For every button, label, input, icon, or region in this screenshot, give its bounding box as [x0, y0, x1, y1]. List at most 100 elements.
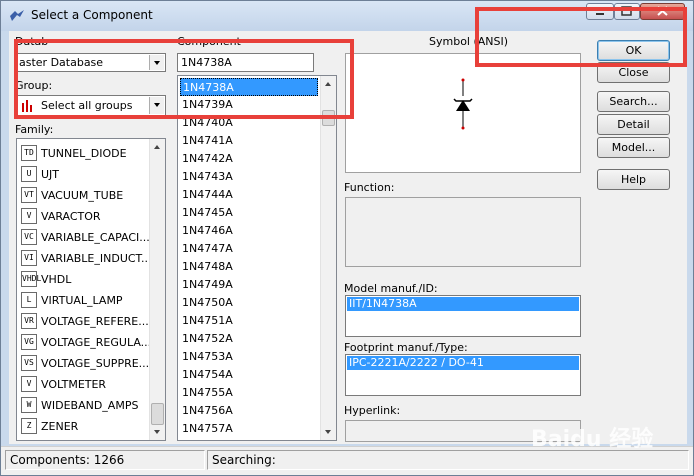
component-item[interactable]: 1N4746A — [180, 222, 318, 240]
family-item[interactable]: VR VOLTAGE_REFERE... — [19, 311, 149, 332]
family-item[interactable]: VS VOLTAGE_SUPPRE... — [19, 353, 149, 374]
scroll-down-icon[interactable] — [321, 424, 336, 440]
component-item-label: 1N4741A — [182, 134, 233, 147]
component-item-label: 1N4751A — [182, 314, 233, 327]
family-item-label: VOLTAGE_SUPPRE... — [41, 357, 150, 370]
family-item-label: VOLTAGE_REFERE... — [41, 315, 149, 328]
family-item-label: VARACTOR — [41, 210, 101, 223]
component-item[interactable]: 1N4751A — [180, 312, 318, 330]
component-scrollbar[interactable] — [320, 76, 336, 440]
highlight-box-ok — [475, 7, 687, 67]
family-item-label: UJT — [41, 168, 60, 181]
family-item[interactable]: VI VARIABLE_INDUCT... — [19, 248, 152, 269]
family-item-label: VARIABLE_CAPACI... — [41, 231, 150, 244]
component-item[interactable]: 1N4742A — [180, 150, 318, 168]
footprint-label: Footprint manuf./Type: — [344, 341, 468, 354]
family-item[interactable]: VHDL VHDL — [19, 269, 149, 290]
component-item-label: 1N4755A — [182, 386, 233, 399]
family-component-icon: V — [21, 208, 37, 224]
family-item[interactable]: V VARACTOR — [19, 206, 149, 227]
zener-diode-icon — [453, 78, 473, 130]
component-item-label: 1N4747A — [182, 242, 233, 255]
family-item[interactable]: VT VACUUM_TUBE — [19, 185, 149, 206]
model-manuf-item[interactable]: IIT/1N4738A — [347, 297, 579, 311]
family-component-icon: U — [21, 166, 37, 182]
searching-status: Searching: — [207, 450, 689, 470]
family-component-icon: VG — [21, 334, 37, 350]
component-item[interactable]: 1N4754A — [180, 366, 318, 384]
family-item[interactable]: U UJT — [19, 164, 149, 185]
family-item-label: ZENER — [41, 420, 79, 433]
family-scrollbar[interactable] — [149, 139, 165, 440]
component-list[interactable]: 1N4738A 1N4739A 1N4740A 1N4741A 1N4742A 1N474… — [177, 75, 337, 441]
function-box — [345, 197, 581, 267]
search-button[interactable]: Search... — [597, 91, 670, 112]
component-item[interactable]: 1N4744A — [180, 186, 318, 204]
family-item-label: VOLTAGE_REGULA... — [41, 336, 152, 349]
component-item[interactable]: 1N4756A — [180, 402, 318, 420]
component-item-label: 1N4758A — [182, 440, 233, 441]
hyperlink-label: Hyperlink: — [344, 404, 401, 417]
component-item-label: 1N4749A — [182, 278, 233, 291]
family-component-icon: VT — [21, 187, 37, 203]
family-list[interactable]: TD TUNNEL_DIODE U UJT VT VACUUM_TUBE V VARACTOR… — [16, 138, 166, 441]
symbol-preview — [345, 53, 581, 173]
family-item-label: TUNNEL_DIODE — [41, 147, 127, 160]
family-item-label: VARIABLE_INDUCT... — [41, 252, 152, 265]
component-item-label: 1N4745A — [182, 206, 233, 219]
model-manuf-list[interactable]: IIT/1N4738A — [345, 295, 581, 337]
footprint-item[interactable]: IPC-2221A/2222 / DO-41 — [347, 356, 579, 370]
component-item[interactable]: 1N4752A — [180, 330, 318, 348]
window-title: Select a Component — [31, 8, 153, 22]
family-item[interactable]: L VIRTUAL_LAMP — [19, 290, 149, 311]
component-item[interactable]: 1N4750A — [180, 294, 318, 312]
components-count: Components: 1266 — [5, 450, 205, 470]
dialog-window: Select a Component Datab aster Database … — [0, 0, 694, 476]
family-item[interactable]: TD TUNNEL_DIODE — [19, 143, 149, 164]
component-item[interactable]: 1N4748A — [180, 258, 318, 276]
component-item[interactable]: 1N4749A — [180, 276, 318, 294]
component-item-label: 1N4742A — [182, 152, 233, 165]
footprint-list[interactable]: IPC-2221A/2222 / DO-41 — [345, 354, 581, 396]
family-item[interactable]: W WIDEBAND_AMPS — [19, 395, 149, 416]
family-item[interactable]: V VOLTMETER — [19, 374, 149, 395]
model-button[interactable]: Model... — [597, 137, 670, 158]
scroll-down-icon[interactable] — [150, 424, 165, 440]
component-item[interactable]: 1N4747A — [180, 240, 318, 258]
help-button[interactable]: Help — [597, 169, 670, 190]
component-item-label: 1N4756A — [182, 404, 233, 417]
component-item-label: 1N4754A — [182, 368, 233, 381]
scroll-thumb[interactable] — [151, 403, 164, 425]
component-item-label: 1N4743A — [182, 170, 233, 183]
component-item-label: 1N4746A — [182, 224, 233, 237]
family-component-icon: VC — [21, 229, 37, 245]
scroll-up-icon[interactable] — [150, 139, 165, 155]
component-item-label: 1N4753A — [182, 350, 233, 363]
family-component-icon: VI — [21, 250, 37, 266]
component-item[interactable]: 1N4755A — [180, 384, 318, 402]
family-item[interactable]: VC VARIABLE_CAPACI... — [19, 227, 150, 248]
app-icon — [10, 10, 24, 21]
detail-report-button[interactable]: Detail Report — [597, 114, 670, 150]
family-component-icon: VHDL — [21, 271, 41, 287]
family-component-icon: V — [21, 376, 37, 392]
component-item[interactable]: 1N4758A — [180, 438, 318, 441]
family-item-label: VOLTMETER — [41, 378, 107, 391]
family-item[interactable]: Z ZENER — [19, 416, 149, 437]
family-component-icon: L — [21, 292, 37, 308]
function-label: Function: — [344, 181, 395, 194]
watermark-logo: Baidu 经验 — [531, 427, 654, 452]
highlight-box-component — [14, 39, 354, 119]
family-label: Family: — [15, 123, 54, 136]
family-component-icon: W — [21, 397, 37, 413]
component-item[interactable]: 1N4745A — [180, 204, 318, 222]
family-component-icon: VR — [21, 313, 37, 329]
component-item[interactable]: 1N4741A — [180, 132, 318, 150]
family-item-label: WIDEBAND_AMPS — [41, 399, 139, 412]
component-item-label: 1N4748A — [182, 260, 233, 273]
component-item[interactable]: 1N4757A — [180, 420, 318, 438]
component-item[interactable]: 1N4743A — [180, 168, 318, 186]
family-item[interactable]: VG VOLTAGE_REGULA... — [19, 332, 152, 353]
component-item[interactable]: 1N4753A — [180, 348, 318, 366]
family-item-label: VHDL — [41, 273, 72, 286]
